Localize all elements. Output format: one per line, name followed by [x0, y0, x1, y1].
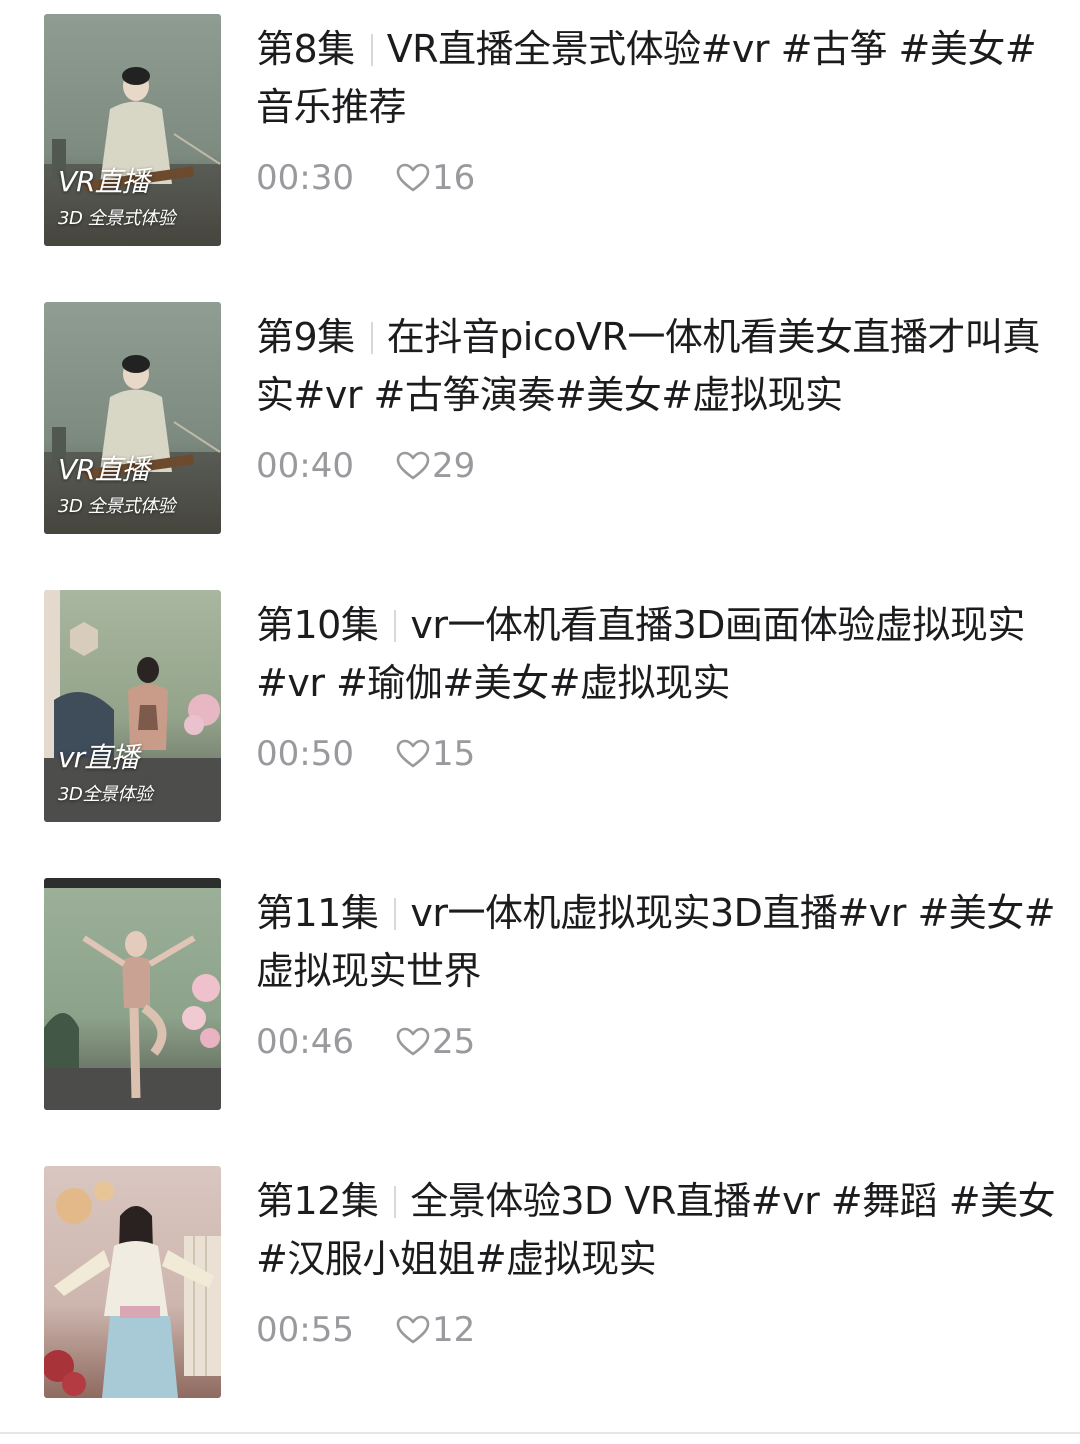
video-title[interactable]: 第9集 在抖音picoVR一体机看美女直播才叫真实#vr #古筝演奏#美女#虚拟现… [256, 308, 1056, 424]
title-separator [370, 322, 373, 354]
title-separator [394, 610, 397, 642]
video-thumbnail[interactable]: VR直播 3D 全景式体验 [44, 14, 221, 246]
title-separator [394, 898, 397, 930]
episode-number: 第9集 [256, 315, 355, 359]
list-item[interactable]: VR直播 3D 全景式体验 第8集 VR直播全景式体验#vr #古筝 #美女#音乐… [0, 14, 1080, 254]
video-duration: 00:50 [256, 734, 354, 774]
list-item[interactable]: vr直播 3D全景体验 第10集 vr一体机看直播3D画面体验虚拟现实#vr #瑜… [0, 590, 1080, 830]
title-separator [370, 34, 373, 66]
like-count: 12 [432, 1310, 476, 1350]
heart-outline-icon[interactable] [396, 739, 430, 769]
video-title-text: VR直播全景式体验#vr #古筝 #美女#音乐推荐 [256, 27, 1037, 129]
video-title[interactable]: 第11集 vr一体机虚拟现实3D直播#vr #美女#虚拟现实世界 [256, 884, 1056, 1000]
video-title[interactable]: 第10集 vr一体机看直播3D画面体验虚拟现实#vr #瑜伽#美女#虚拟现实 [256, 596, 1056, 712]
episode-number: 第10集 [256, 603, 379, 647]
video-title[interactable]: 第12集 全景体验3D VR直播#vr #舞蹈 #美女#汉服小姐姐#虚拟现实 [256, 1172, 1056, 1288]
video-duration: 00:46 [256, 1022, 354, 1062]
video-thumbnail[interactable] [44, 1166, 221, 1398]
video-meta: 00:46 25 [256, 1022, 475, 1062]
video-thumbnail[interactable]: VR直播 3D 全景式体验 [44, 302, 221, 534]
like-count: 25 [432, 1022, 476, 1062]
episode-number: 第8集 [256, 27, 355, 71]
video-meta: 00:40 29 [256, 446, 475, 486]
video-thumbnail[interactable] [44, 878, 221, 1110]
video-duration: 00:55 [256, 1310, 354, 1350]
heart-outline-icon[interactable] [396, 163, 430, 193]
thumbnail-overlay-subtitle: 3D 全景式体验 [58, 496, 176, 517]
list-item[interactable]: 第11集 vr一体机虚拟现实3D直播#vr #美女#虚拟现实世界 00:46 25 [0, 878, 1080, 1118]
thumbnail-overlay-title: VR直播 [58, 165, 150, 198]
list-item[interactable]: VR直播 3D 全景式体验 第9集 在抖音picoVR一体机看美女直播才叫真实#v… [0, 302, 1080, 542]
video-duration: 00:30 [256, 158, 354, 198]
heart-outline-icon[interactable] [396, 1315, 430, 1345]
like-count: 15 [432, 734, 476, 774]
title-separator [394, 1186, 397, 1218]
video-meta: 00:30 16 [256, 158, 475, 198]
thumbnail-overlay-subtitle: 3D全景体验 [58, 784, 153, 805]
video-title-text: 在抖音picoVR一体机看美女直播才叫真实#vr #古筝演奏#美女#虚拟现实 [256, 315, 1040, 417]
bottom-divider [0, 1432, 1080, 1434]
list-item[interactable]: 第12集 全景体验3D VR直播#vr #舞蹈 #美女#汉服小姐姐#虚拟现实 00… [0, 1166, 1080, 1406]
thumbnail-overlay-title: VR直播 [58, 453, 150, 486]
video-meta: 00:55 12 [256, 1310, 475, 1350]
episode-number: 第11集 [256, 891, 379, 935]
thumbnail-overlay-subtitle: 3D 全景式体验 [58, 208, 176, 229]
heart-outline-icon[interactable] [396, 1027, 430, 1057]
heart-outline-icon[interactable] [396, 451, 430, 481]
video-duration: 00:40 [256, 446, 354, 486]
thumbnail-image [44, 878, 221, 1110]
like-count: 29 [432, 446, 476, 486]
like-count: 16 [432, 158, 476, 198]
video-meta: 00:50 15 [256, 734, 475, 774]
video-title[interactable]: 第8集 VR直播全景式体验#vr #古筝 #美女#音乐推荐 [256, 20, 1056, 136]
thumbnail-overlay-title: vr直播 [58, 741, 139, 774]
video-thumbnail[interactable]: vr直播 3D全景体验 [44, 590, 221, 822]
episode-number: 第12集 [256, 1179, 379, 1223]
thumbnail-image [44, 1166, 221, 1398]
